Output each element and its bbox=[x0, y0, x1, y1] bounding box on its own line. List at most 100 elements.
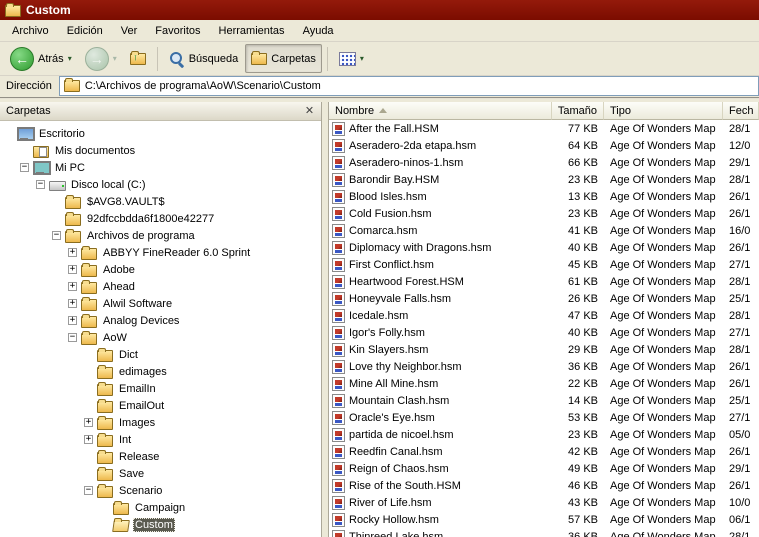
expand-icon[interactable]: + bbox=[68, 299, 77, 308]
file-row-kin-slayers-hsm[interactable]: Kin Slayers.hsm 29 KB Age Of Wonders Map 28… bbox=[329, 341, 759, 358]
back-button[interactable]: ← Atrás ▾ bbox=[4, 44, 78, 73]
file-row-heartwood-forest-hsm[interactable]: Heartwood Forest.HSM 61 KB Age Of Wonders … bbox=[329, 273, 759, 290]
file-date: 28/1 bbox=[729, 275, 751, 288]
tree-item-alwil-software[interactable]: + Alwil Software bbox=[0, 295, 321, 312]
file-name: First Conflict.hsm bbox=[349, 258, 434, 271]
address-input[interactable]: C:\Archivos de programa\AoW\Scenario\Cus… bbox=[58, 75, 759, 96]
file-type: Age Of Wonders Map bbox=[610, 309, 716, 322]
column-header-date[interactable]: Fech bbox=[723, 102, 759, 120]
file-row-love-thy-neighbor-hsm[interactable]: Love thy Neighbor.hsm 36 KB Age Of Wonders… bbox=[329, 358, 759, 375]
collapse-icon[interactable]: − bbox=[84, 486, 93, 495]
column-header-type[interactable]: Tipo bbox=[604, 102, 723, 120]
tree-item-analog-devices[interactable]: + Analog Devices bbox=[0, 312, 321, 329]
file-row-igor-s-folly-hsm[interactable]: Igor's Folly.hsm 40 KB Age Of Wonders Map 2… bbox=[329, 324, 759, 341]
tree-item-escritorio[interactable]: Escritorio bbox=[0, 125, 321, 142]
file-row-after-the-fall-hsm[interactable]: After the Fall.HSM 77 KB Age Of Wonders Ma… bbox=[329, 120, 759, 137]
file-row-rocky-hollow-hsm[interactable]: Rocky Hollow.hsm 57 KB Age Of Wonders Map 0… bbox=[329, 511, 759, 528]
tree-item-images[interactable]: + Images bbox=[0, 414, 321, 431]
menu-item-archivo[interactable]: Archivo bbox=[3, 22, 58, 40]
column-header-size[interactable]: Tamaño bbox=[552, 102, 604, 120]
tree-item-archivos-de-programa[interactable]: − Archivos de programa bbox=[0, 227, 321, 244]
tree-item-release[interactable]: Release bbox=[0, 448, 321, 465]
column-header-name[interactable]: Nombre bbox=[329, 102, 552, 120]
tree-item-ahead[interactable]: + Ahead bbox=[0, 278, 321, 295]
file-name-cell: Thinreed Lake.hsm bbox=[329, 529, 552, 537]
back-dropdown-icon[interactable]: ▾ bbox=[68, 54, 72, 63]
search-button[interactable]: Búsqueda bbox=[163, 44, 245, 73]
file-row-rise-of-the-south-hsm[interactable]: Rise of the South.HSM 46 KB Age Of Wonders… bbox=[329, 477, 759, 494]
file-name-cell: Heartwood Forest.HSM bbox=[329, 274, 552, 289]
expand-icon[interactable]: + bbox=[84, 435, 93, 444]
file-name-cell: Aseradero-2da etapa.hsm bbox=[329, 138, 552, 153]
file-row-comarca-hsm[interactable]: Comarca.hsm 41 KB Age Of Wonders Map 16/0 bbox=[329, 222, 759, 239]
tree-item-mi-pc[interactable]: − Mi PC bbox=[0, 159, 321, 176]
file-row-blood-isles-hsm[interactable]: Blood Isles.hsm 13 KB Age Of Wonders Map 26… bbox=[329, 188, 759, 205]
file-row-thinreed-lake-hsm[interactable]: Thinreed Lake.hsm 36 KB Age Of Wonders Map… bbox=[329, 528, 759, 537]
tree-item-edimages[interactable]: edimages bbox=[0, 363, 321, 380]
expand-icon[interactable]: + bbox=[68, 265, 77, 274]
menu-item-ver[interactable]: Ver bbox=[112, 22, 147, 40]
collapse-icon[interactable]: − bbox=[36, 180, 45, 189]
tree-item-custom[interactable]: Custom bbox=[0, 516, 321, 533]
file-row-reign-of-chaos-hsm[interactable]: Reign of Chaos.hsm 49 KB Age Of Wonders Ma… bbox=[329, 460, 759, 477]
aow-map-file-icon bbox=[332, 410, 345, 425]
menu-item-favoritos[interactable]: Favoritos bbox=[146, 22, 209, 40]
tree-item-label: Archivos de programa bbox=[87, 229, 195, 242]
tree-item-abbyy-finereader-6-0-sprint[interactable]: + ABBYY FineReader 6.0 Sprint bbox=[0, 244, 321, 261]
collapse-icon[interactable]: − bbox=[68, 333, 77, 342]
menu-item-edicion[interactable]: Edición bbox=[58, 22, 112, 40]
file-row-aseradero-ninos-1-hsm[interactable]: Aseradero-ninos-1.hsm 66 KB Age Of Wonders… bbox=[329, 154, 759, 171]
file-date: 26/1 bbox=[729, 207, 751, 220]
views-dropdown-icon[interactable]: ▾ bbox=[360, 54, 364, 63]
tree-item-adobe[interactable]: + Adobe bbox=[0, 261, 321, 278]
collapse-icon[interactable]: − bbox=[20, 163, 29, 172]
file-row-honeyvale-falls-hsm[interactable]: Honeyvale Falls.hsm 26 KB Age Of Wonders M… bbox=[329, 290, 759, 307]
aow-map-file-icon bbox=[332, 223, 345, 238]
file-row-aseradero-2da-etapa-hsm[interactable]: Aseradero-2da etapa.hsm 64 KB Age Of Wonde… bbox=[329, 137, 759, 154]
file-row-oracle-s-eye-hsm[interactable]: Oracle's Eye.hsm 53 KB Age Of Wonders Map 2… bbox=[329, 409, 759, 426]
drive-icon bbox=[49, 178, 66, 192]
menu-item-ayuda[interactable]: Ayuda bbox=[294, 22, 343, 40]
file-row-river-of-life-hsm[interactable]: River of Life.hsm 43 KB Age Of Wonders Map… bbox=[329, 494, 759, 511]
file-row-partida-de-nicoel-hsm[interactable]: partida de nicoel.hsm 23 KB Age Of Wonders… bbox=[329, 426, 759, 443]
folders-button[interactable]: Carpetas bbox=[245, 44, 322, 73]
tree-item-label: Escritorio bbox=[39, 127, 85, 140]
tree-item-92dfccbdda6f1800e42277[interactable]: 92dfccbdda6f1800e42277 bbox=[0, 210, 321, 227]
tree-item-int[interactable]: + Int bbox=[0, 431, 321, 448]
file-size: 64 KB bbox=[568, 139, 598, 152]
file-row-first-conflict-hsm[interactable]: First Conflict.hsm 45 KB Age Of Wonders Ma… bbox=[329, 256, 759, 273]
title-bar[interactable]: Custom bbox=[0, 0, 759, 20]
forward-button[interactable]: → ▾ bbox=[79, 44, 123, 73]
file-name: Kin Slayers.hsm bbox=[349, 343, 429, 356]
tree-item-aow[interactable]: − AoW bbox=[0, 329, 321, 346]
up-button[interactable]: ↑ bbox=[124, 44, 152, 73]
expand-icon[interactable]: + bbox=[84, 418, 93, 427]
file-row-diplomacy-with-dragons-hsm[interactable]: Diplomacy with Dragons.hsm 40 KB Age Of Wo… bbox=[329, 239, 759, 256]
file-row-barondir-bay-hsm[interactable]: Barondir Bay.HSM 23 KB Age Of Wonders Map 2… bbox=[329, 171, 759, 188]
file-date: 27/1 bbox=[729, 258, 751, 271]
file-row-mountain-clash-hsm[interactable]: Mountain Clash.hsm 14 KB Age Of Wonders Ma… bbox=[329, 392, 759, 409]
file-row-cold-fusion-hsm[interactable]: Cold Fusion.hsm 23 KB Age Of Wonders Map 26… bbox=[329, 205, 759, 222]
expand-icon[interactable]: + bbox=[68, 248, 77, 257]
folder-icon bbox=[65, 211, 82, 226]
folder-icon bbox=[81, 262, 98, 277]
file-row-reedfin-canal-hsm[interactable]: Reedfin Canal.hsm 42 KB Age Of Wonders Map… bbox=[329, 443, 759, 460]
file-row-mine-all-mine-hsm[interactable]: Mine All Mine.hsm 22 KB Age Of Wonders Map… bbox=[329, 375, 759, 392]
menu-item-herramientas[interactable]: Herramientas bbox=[210, 22, 294, 40]
collapse-icon[interactable]: − bbox=[52, 231, 61, 240]
tree-item-emailin[interactable]: EmailIn bbox=[0, 380, 321, 397]
views-button[interactable]: ▾ bbox=[333, 44, 370, 73]
tree-item-disco-local-c[interactable]: − Disco local (C:) bbox=[0, 176, 321, 193]
file-name-cell: Igor's Folly.hsm bbox=[329, 325, 552, 340]
expand-icon[interactable]: + bbox=[68, 282, 77, 291]
tree-item-scenario[interactable]: − Scenario bbox=[0, 482, 321, 499]
close-panel-icon[interactable]: ✕ bbox=[302, 104, 317, 118]
tree-item-campaign[interactable]: Campaign bbox=[0, 499, 321, 516]
tree-item-save[interactable]: Save bbox=[0, 465, 321, 482]
expand-icon[interactable]: + bbox=[68, 316, 77, 325]
tree-item-dict[interactable]: Dict bbox=[0, 346, 321, 363]
tree-item-mis-documentos[interactable]: Mis documentos bbox=[0, 142, 321, 159]
tree-item-emailout[interactable]: EmailOut bbox=[0, 397, 321, 414]
file-row-icedale-hsm[interactable]: Icedale.hsm 47 KB Age Of Wonders Map 28/1 bbox=[329, 307, 759, 324]
tree-item-avg8-vault[interactable]: $AVG8.VAULT$ bbox=[0, 193, 321, 210]
